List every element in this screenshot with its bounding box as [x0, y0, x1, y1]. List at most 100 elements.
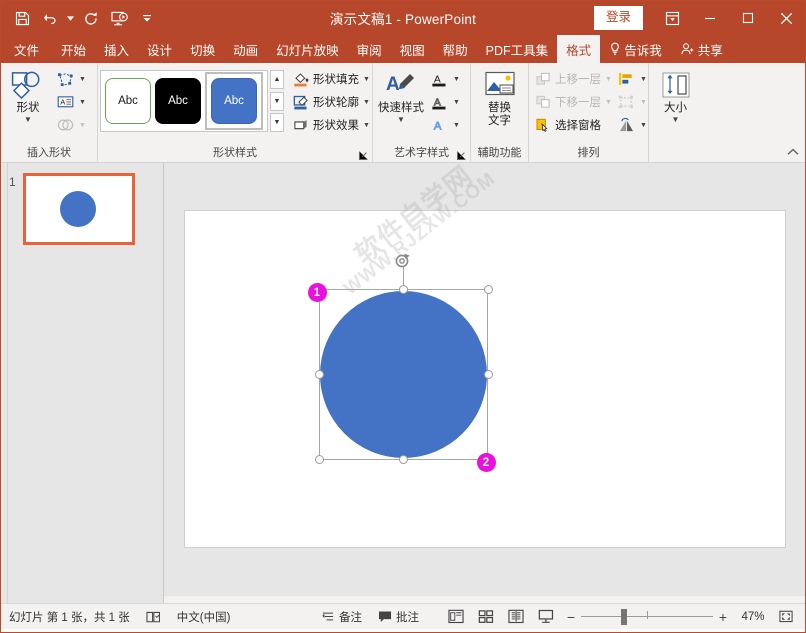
shape-effects-button[interactable]: 形状效果 ▼: [289, 114, 372, 136]
undo-icon[interactable]: [37, 5, 63, 31]
slide-canvas-area[interactable]: 软件自学网 WWW.RJZXW.COM: [164, 163, 805, 603]
zoom-slider-thumb[interactable]: [621, 609, 627, 625]
close-button[interactable]: [767, 1, 805, 35]
quick-access-toolbar: [1, 5, 160, 31]
resize-handle-sw[interactable]: [315, 455, 324, 464]
reading-view-icon[interactable]: [501, 604, 531, 630]
text-box-button[interactable]: A ▼: [53, 91, 88, 113]
resize-handle-s[interactable]: [399, 455, 408, 464]
alt-text-button[interactable]: 替换 文字: [474, 66, 526, 128]
insert-shapes-tools: ▼ A ▼ ▼: [53, 66, 88, 136]
size-button[interactable]: 大小 ▼: [653, 66, 699, 124]
shape-style-thumb-3-selected[interactable]: Abc: [205, 72, 263, 130]
zoom-level-label[interactable]: 47%: [733, 611, 773, 623]
start-slideshow-icon[interactable]: [106, 5, 132, 31]
slideshow-icon[interactable]: [531, 604, 561, 630]
chevron-down-icon[interactable]: ▼: [672, 116, 680, 124]
tab-home[interactable]: 开始: [52, 35, 95, 63]
shape-styles-dialog-launcher[interactable]: [359, 151, 369, 161]
chevron-down-icon[interactable]: ▼: [363, 99, 370, 106]
normal-view-icon[interactable]: [441, 604, 471, 630]
customize-qat-icon[interactable]: [134, 5, 160, 31]
resize-handle-e[interactable]: [484, 370, 493, 379]
tab-share[interactable]: 共享: [671, 35, 732, 63]
chevron-down-icon[interactable]: ▼: [79, 76, 86, 83]
tab-insert[interactable]: 插入: [95, 35, 138, 63]
shape-fill-button[interactable]: 形状填充 ▼: [289, 68, 372, 90]
chevron-down-icon[interactable]: ▼: [363, 76, 370, 83]
chevron-down-icon[interactable]: ▼: [453, 122, 460, 129]
tab-animations[interactable]: 动画: [224, 35, 267, 63]
chevron-down-icon[interactable]: ▼: [640, 122, 647, 129]
sign-in-button[interactable]: 登录: [594, 6, 643, 30]
save-icon[interactable]: [9, 5, 35, 31]
tab-pdf-tools[interactable]: PDF工具集: [477, 35, 558, 63]
tab-tell-me[interactable]: 告诉我: [600, 35, 671, 63]
resize-handle-w[interactable]: [315, 370, 324, 379]
tab-file[interactable]: 文件: [1, 35, 52, 63]
tab-review[interactable]: 审阅: [348, 35, 391, 63]
slides-panel-scrollbar[interactable]: [1, 163, 8, 603]
minimize-button[interactable]: [691, 1, 729, 35]
shape-styles-gallery[interactable]: Abc Abc Abc: [100, 70, 268, 132]
gallery-more-button[interactable]: ▼: [270, 113, 284, 132]
undo-dropdown-icon[interactable]: [65, 5, 76, 31]
tab-transitions[interactable]: 切换: [181, 35, 224, 63]
resize-handle-ne[interactable]: [484, 285, 493, 294]
text-effects-button[interactable]: A ▼: [427, 114, 462, 136]
tab-format[interactable]: 格式: [557, 35, 600, 63]
slide-thumbnail-item[interactable]: 1: [1, 173, 163, 245]
redo-icon[interactable]: [78, 5, 104, 31]
slide-thumbnail-1[interactable]: [23, 173, 135, 245]
wordart-dialog-launcher[interactable]: [457, 151, 467, 161]
edit-shape-button[interactable]: ▼: [53, 68, 88, 90]
shape-effects-icon: [291, 118, 311, 133]
tab-view[interactable]: 视图: [391, 35, 434, 63]
shape-outline-button[interactable]: 形状轮廓 ▼: [289, 91, 372, 113]
rotate-icon: [616, 118, 636, 132]
notes-button[interactable]: 备注: [313, 604, 370, 630]
canvas-horizontal-scrollbar[interactable]: [164, 595, 805, 603]
send-backward-button: 下移一层 ▼: [531, 91, 614, 113]
chevron-down-icon[interactable]: ▼: [24, 116, 32, 124]
zoom-out-button[interactable]: −: [561, 609, 581, 625]
zoom-in-button[interactable]: +: [713, 609, 733, 625]
chevron-down-icon[interactable]: ▼: [453, 99, 460, 106]
gallery-scroll-up-button[interactable]: ▲: [270, 70, 284, 89]
tab-slideshow[interactable]: 幻灯片放映: [267, 35, 348, 63]
language-status[interactable]: 中文(中国): [169, 604, 239, 630]
fit-to-window-icon[interactable]: [773, 604, 799, 630]
slide-editing-surface[interactable]: 软件自学网 WWW.RJZXW.COM: [184, 210, 786, 548]
bring-forward-label: 上移一层: [555, 71, 601, 87]
chevron-down-icon[interactable]: ▼: [79, 99, 86, 106]
quick-styles-button[interactable]: A 快速样式 ▼: [375, 66, 427, 124]
collapse-ribbon-button[interactable]: [787, 148, 799, 160]
rotate-handle-icon[interactable]: [394, 252, 412, 270]
chevron-down-icon: ▼: [605, 76, 612, 83]
zoom-slider[interactable]: [581, 604, 713, 630]
shape-style-thumb-2[interactable]: Abc: [155, 78, 201, 124]
chevron-down-icon[interactable]: ▼: [363, 122, 370, 129]
shape-outline-label: 形状轮廓: [313, 94, 359, 110]
maximize-button[interactable]: [729, 1, 767, 35]
zoom-slider-midpoint: [647, 611, 648, 619]
tab-help[interactable]: 帮助: [434, 35, 477, 63]
slide-sorter-icon[interactable]: [471, 604, 501, 630]
selection-pane-button[interactable]: 选择窗格: [531, 114, 614, 136]
resize-handle-n[interactable]: [399, 285, 408, 294]
gallery-scroll-down-button[interactable]: ▼: [270, 92, 284, 111]
slides-thumbnail-panel[interactable]: 1: [1, 163, 164, 603]
chevron-down-icon[interactable]: ▼: [453, 76, 460, 83]
rotate-button[interactable]: ▼: [614, 114, 649, 136]
accessibility-check-icon[interactable]: [138, 604, 169, 630]
shape-style-thumb-1[interactable]: Abc: [105, 78, 151, 124]
ribbon-display-options-icon[interactable]: [653, 1, 691, 35]
align-button[interactable]: ▼: [614, 68, 649, 90]
tab-design[interactable]: 设计: [138, 35, 181, 63]
comments-button[interactable]: 批注: [370, 604, 427, 630]
text-fill-button[interactable]: A ▼: [427, 68, 462, 90]
shapes-button[interactable]: 形状 ▼: [3, 66, 53, 124]
chevron-down-icon[interactable]: ▼: [640, 76, 647, 83]
text-outline-button[interactable]: A ▼: [427, 91, 462, 113]
chevron-down-icon[interactable]: ▼: [397, 116, 405, 124]
